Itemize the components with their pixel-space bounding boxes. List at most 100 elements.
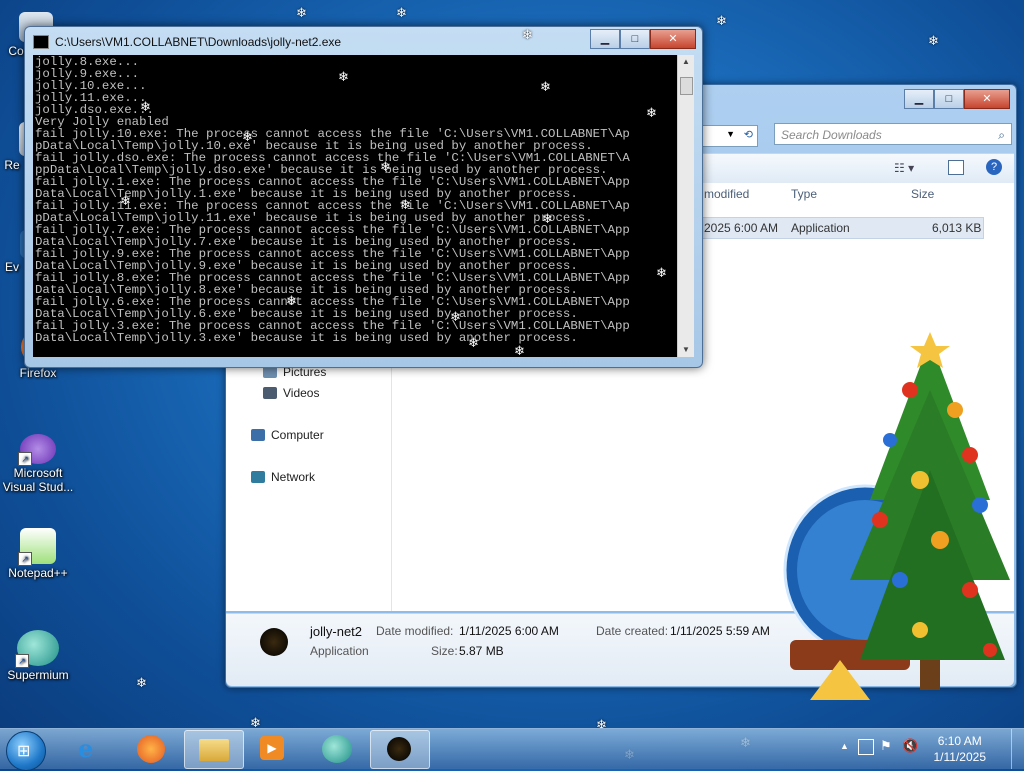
notepad-plus-plus-icon: ↗ [18,528,56,566]
file-type: Application [791,221,850,235]
internet-explorer-icon: e [78,734,94,763]
desktop-icon-label: Co [8,44,24,58]
snowflake: ❄ [136,675,147,690]
details-kind: Application [310,644,369,658]
nav-item-videos[interactable]: Videos [263,386,319,400]
snowflake: ❄ [542,211,553,226]
file-modified: 2025 6:00 AM [704,221,779,235]
videos-icon [263,387,277,399]
close-button[interactable]: ✕ [964,89,1010,109]
taskbar-supermium[interactable] [308,730,366,767]
nav-item-label: Network [271,470,316,484]
column-header-modified[interactable]: modified [704,187,749,201]
computer-icon [251,429,265,441]
taskbar-media-player[interactable]: ▶ [244,730,302,767]
clock-time: 6:10 AM [937,734,982,748]
network-tray-icon[interactable] [858,739,874,755]
details-size-label: Size: [431,644,458,658]
supermium-icon [322,735,352,763]
snowflake: ❄ [468,335,479,350]
snowflake: ❄ [380,159,391,174]
maximize-button[interactable]: □ [934,89,964,109]
windows-logo-icon: ⊞ [17,743,31,760]
start-button[interactable]: ⊞ [6,731,46,771]
snowflake: ❄ [716,13,727,28]
minimize-button[interactable]: ▁ [590,29,620,49]
search-placeholder: Search Downloads [781,128,882,142]
snowflake: ❄ [450,309,461,324]
desktop-icon-visual-studio[interactable]: ↗ Microsoft Visual Stud... [2,434,74,494]
taskbar-jolly-net2[interactable] [370,730,430,769]
shortcut-arrow-icon: ↗ [15,654,29,668]
snowflake: ❄ [286,293,297,308]
search-icon[interactable]: ⌕ [998,124,1005,146]
window-title: C:\Users\VM1.COLLABNET\Downloads\jolly-n… [55,35,342,49]
snowflake: ❄ [242,129,253,144]
snowflake: ❄ [140,99,151,114]
nav-item-computer[interactable]: Computer [251,428,324,442]
jolly-app-icon [387,737,411,761]
nav-item-network[interactable]: Network [251,470,315,484]
visual-studio-icon: ↗ [18,434,56,466]
volume-muted-icon[interactable]: 🔇 [902,738,918,754]
vertical-scrollbar[interactable]: ▲ ▼ [677,55,694,357]
column-header-type[interactable]: Type [791,187,817,201]
scroll-up-arrow-icon[interactable]: ▲ [678,55,694,69]
view-options-icon[interactable]: ☷ ▾ [894,161,914,175]
minimize-button[interactable]: ▁ [904,89,934,109]
desktop-icon-label: Microsoft Visual Stud... [2,466,74,494]
action-center-flag-icon[interactable]: ⚑ [880,738,892,754]
taskbar-file-explorer[interactable] [184,730,244,769]
preview-pane-icon[interactable] [948,160,964,175]
scroll-down-arrow-icon[interactable]: ▼ [678,343,694,357]
snowflake: ❄ [522,27,533,42]
shortcut-arrow-icon: ↗ [18,452,32,466]
media-player-icon: ▶ [260,736,284,760]
taskbar-firefox[interactable] [122,730,180,767]
explorer-caption-buttons: ▁ □ ✕ [904,89,1010,109]
desktop-icon-notepad-plus-plus[interactable]: ↗ Notepad++ [2,528,74,580]
details-filename: jolly-net2 [310,624,363,639]
search-input[interactable]: Search Downloads ⌕ [774,123,1012,145]
details-created-value: 1/11/2025 5:59 AM [670,624,770,638]
snowflake: ❄ [540,79,551,94]
scroll-thumb[interactable] [680,77,693,95]
help-icon[interactable]: ? [986,159,1002,175]
snowflake: ❄ [646,105,657,120]
desktop-icon-label: Firefox [19,366,57,380]
close-button[interactable]: ✕ [650,29,696,49]
snowflake: ❄ [400,197,411,212]
column-header-size[interactable]: Size [911,187,934,201]
desktop-icon-label: Supermium [7,668,69,682]
console-icon [33,35,49,49]
file-size: 6,013 KB [932,221,982,235]
snowflake: ❄ [514,343,525,358]
show-hidden-icons-icon[interactable]: ▲ [840,741,849,751]
chevron-down-icon[interactable]: ▼ [726,129,735,139]
taskbar-internet-explorer[interactable]: e [62,730,120,767]
details-size-value: 5.87 MB [459,644,504,658]
desktop-icon-label: Notepad++ [8,566,68,580]
clock-date: 1/11/2025 [933,750,987,764]
desktop-icon-label: Re [4,158,20,172]
refresh-icon[interactable]: ⟲ [744,128,753,141]
network-icon [251,471,265,483]
clock[interactable]: 6:10 AM 1/11/2025 [934,733,987,765]
supermium-icon: ↗ [15,630,59,668]
address-bar[interactable]: ▼ ⟲ [696,125,758,147]
snowflake: ❄ [656,265,667,280]
snowflake: ❄ [928,33,939,48]
folder-icon [199,739,229,761]
snowflake: ❄ [338,69,349,84]
system-tray: ▲ ⚑ 🔇 6:10 AM 1/11/2025 [834,729,1024,769]
desktop-icon-supermium[interactable]: ↗ Supermium [2,630,74,682]
console-caption-buttons: ▁ □ ✕ [590,29,696,49]
snowflake: ❄ [296,5,307,20]
maximize-button[interactable]: □ [620,29,650,49]
christmas-tree-decoration [783,332,1010,700]
snowflake: ❄ [120,193,131,208]
details-modified-value: 1/11/2025 6:00 AM [459,624,559,638]
taskbar: ⊞ e ▶ ▲ ⚑ 🔇 6:10 AM 1/11/2025 [0,728,1024,771]
show-desktop-button[interactable] [1011,729,1024,769]
desktop-icon-label: Ev [4,260,19,274]
